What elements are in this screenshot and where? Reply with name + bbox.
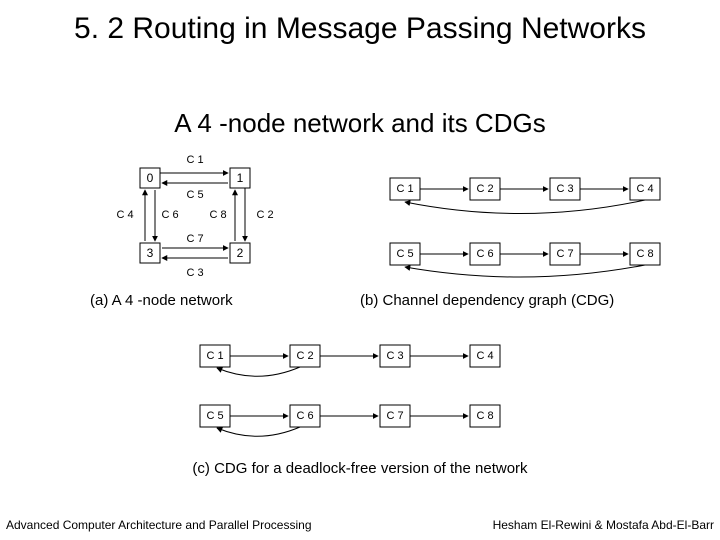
label-c6: C 6 — [161, 209, 178, 221]
df-c6: C 6 — [296, 410, 313, 422]
node-3: 3 — [147, 246, 154, 260]
df-c5: C 5 — [206, 410, 223, 422]
figure-c: C 1 C 2 C 3 C 4 C 5 C 6 — [180, 330, 520, 455]
figure-b: C 1 C 2 C 3 C 4 C 5 C 6 C 7 — [370, 158, 690, 293]
label-c3: C 3 — [186, 267, 203, 279]
node-0: 0 — [147, 171, 154, 185]
figure-a: 0 1 2 3 C 1 C 2 C — [100, 148, 300, 293]
label-c1: C 1 — [186, 154, 203, 166]
caption-c: (c) CDG for a deadlock-free version of t… — [0, 460, 720, 477]
cdg-c4: C 4 — [636, 183, 653, 195]
df-c1: C 1 — [206, 350, 223, 362]
node-2: 2 — [237, 246, 244, 260]
footer-right: Hesham El-Rewini & Mostafa Abd-El-Barr — [493, 518, 714, 532]
footer-left: Advanced Computer Architecture and Paral… — [6, 518, 312, 532]
cdg-c3: C 3 — [556, 183, 573, 195]
label-c2: C 2 — [256, 209, 273, 221]
caption-a: (a) A 4 -node network — [90, 292, 233, 309]
cdg-c7: C 7 — [556, 248, 573, 260]
cdg-c1: C 1 — [396, 183, 413, 195]
df-c3: C 3 — [386, 350, 403, 362]
df-c4: C 4 — [476, 350, 493, 362]
cdg-c2: C 2 — [476, 183, 493, 195]
caption-b: (b) Channel dependency graph (CDG) — [360, 292, 614, 309]
df-c8: C 8 — [476, 410, 493, 422]
section-title: 5. 2 Routing in Message Passing Networks — [0, 12, 720, 47]
cdg-c5: C 5 — [396, 248, 413, 260]
df-c2: C 2 — [296, 350, 313, 362]
label-c8: C 8 — [209, 209, 226, 221]
df-c7: C 7 — [386, 410, 403, 422]
cdg-c6: C 6 — [476, 248, 493, 260]
label-c7: C 7 — [186, 233, 203, 245]
label-c5: C 5 — [186, 189, 203, 201]
label-c4: C 4 — [116, 209, 133, 221]
node-1: 1 — [237, 171, 244, 185]
slide-subtitle: A 4 -node network and its CDGs — [0, 108, 720, 139]
cdg-c8: C 8 — [636, 248, 653, 260]
